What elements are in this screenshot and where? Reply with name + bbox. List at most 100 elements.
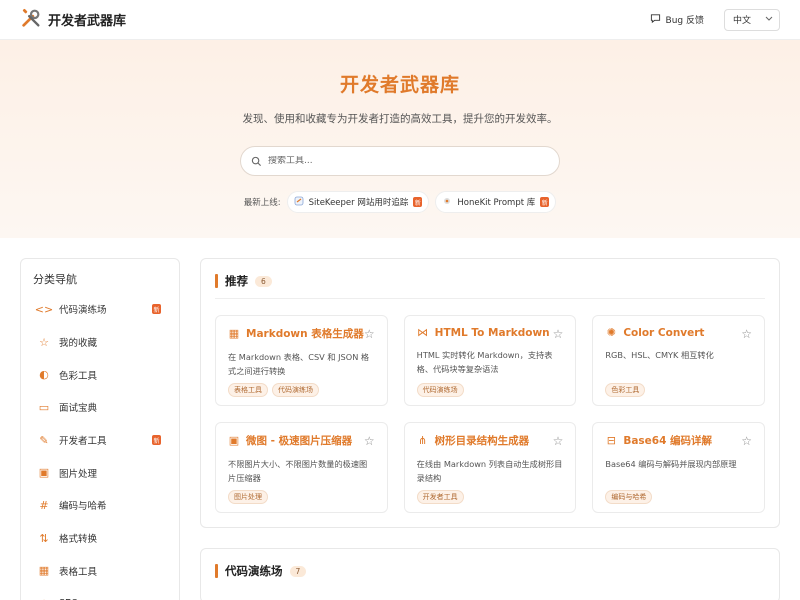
sidebar-item[interactable]: ◐ 色彩工具 xyxy=(33,358,167,391)
tool-card-title: HTML To Markdown xyxy=(434,326,550,339)
sidebar-title: 分类导航 xyxy=(33,273,77,286)
sidebar-item-label: 图片处理 xyxy=(59,468,98,480)
tool-card[interactable]: ▣ 微图 - 极速图片压缩器 ☆ 不限图片大小、不限图片数量的极速图片压缩器图片处理 xyxy=(215,422,388,513)
sidebar-item-label: 表格工具 xyxy=(59,566,98,578)
sidebar-item[interactable]: ▭ 面试宝典 xyxy=(33,391,167,424)
favorite-star-icon[interactable]: ☆ xyxy=(553,434,564,448)
tool-card-description: RGB、HSL、CMYK 相互转化 xyxy=(605,350,714,360)
sidebar-item-label: 格式转换 xyxy=(59,534,98,546)
brand[interactable]: 开发者武器库 xyxy=(20,7,126,33)
tool-card[interactable]: ⋈ HTML To Markdown ☆ HTML 实时转化 Markdown，支持表… xyxy=(403,315,577,406)
table-icon: ▦ xyxy=(38,564,50,578)
tool-card-tags: 编码与哈希 xyxy=(605,490,653,504)
category-sidebar: 分类导航 <> 代码演练场新 ☆ 我的收藏 ◐ 色彩工具 ▭ 面试宝典 ✎ 开发者工具新 ▣ 图片处理… xyxy=(20,258,180,600)
category-tag[interactable]: 色彩工具 xyxy=(605,383,646,397)
section-count-badge: 6 xyxy=(255,275,272,287)
tool-card-header: ▣ 微图 - 极速图片压缩器 xyxy=(228,433,375,448)
sidebar-item[interactable]: ✎ 开发者工具 新 xyxy=(33,424,167,457)
tool-card-tags: 开发者工具 xyxy=(416,490,464,504)
tool-card-tags: 代码演练场 xyxy=(416,383,464,397)
new-releases-label: 最新上线: xyxy=(243,198,281,208)
category-tag[interactable]: 图片处理 xyxy=(228,490,268,504)
favorite-star-icon[interactable]: ☆ xyxy=(553,327,564,341)
tool-card-title: 微图 - 极速图片压缩器 xyxy=(246,435,353,447)
sidebar-item[interactable]: ◎SEO xyxy=(33,587,167,600)
tool-card-title: Color Convert xyxy=(623,326,705,339)
section-count-badge: 7 xyxy=(289,565,307,577)
sidebar-item[interactable]: <> 代码演练场 新 xyxy=(33,293,167,326)
tool-card-description: 在线由 Markdown 列表自动生成树形目录结构 xyxy=(416,459,563,483)
tool-card-grid: ▦ Markdown 表格生成器 ☆ 在 Markdown 表格、CSV 和 JSON… xyxy=(215,315,765,513)
section-code-playground: 代码演练场 7 xyxy=(200,548,780,600)
language-value: 中文 xyxy=(733,16,752,26)
tool-card[interactable]: ⋔ 树形目录结构生成器 ☆ 在线由 Markdown 列表自动生成树形目录结构开发者工… xyxy=(403,422,577,513)
tree-icon: ⋔ xyxy=(418,434,428,447)
tool-card-description: 不限图片大小、不限图片数量的极速图片压缩器 xyxy=(228,459,368,483)
star-icon: ☆ xyxy=(39,335,49,349)
tool-card-header: ⊟ Base64 编码详解 xyxy=(605,433,752,448)
new-releases: 最新上线: SiteKeeper 网站用时追踪 新 HoneKit Prompt… xyxy=(0,191,800,213)
section-title: 代码演练场 xyxy=(225,564,283,578)
section-header: 推荐 6 xyxy=(215,273,765,299)
book-icon: ▭ xyxy=(38,400,50,414)
sidebar-item-label: 编码与哈希 xyxy=(59,501,107,513)
favorite-star-icon[interactable]: ☆ xyxy=(364,327,375,341)
code-icon: <> xyxy=(34,302,54,316)
hero-title: 开发者武器库 xyxy=(339,74,460,96)
tool-card[interactable]: ⊟ Base64 编码详解 ☆ Base64 编码与解码并展现内部原理编码与哈希 xyxy=(592,422,765,513)
sidebar-item-label: 代码演练场 xyxy=(59,305,107,317)
tool-card-tags: 图片处理 xyxy=(228,490,268,504)
new-release-chip[interactable]: HoneKit Prompt 库 新 xyxy=(435,191,557,213)
category-tag[interactable]: 表格工具 xyxy=(228,383,268,397)
main-area: 分类导航 <> 代码演练场新 ☆ 我的收藏 ◐ 色彩工具 ▭ 面试宝典 ✎ 开发者工具新 ▣ 图片处理… xyxy=(20,258,780,600)
favorite-star-icon[interactable]: ☆ xyxy=(364,434,375,448)
hash-icon: # xyxy=(39,498,49,512)
image-icon: ▣ xyxy=(228,434,240,447)
brand-name: 开发者武器库 xyxy=(48,14,127,29)
tool-card-tags: 表格工具 代码演练场 xyxy=(228,383,319,397)
bug-report-label: Bug 反馈 xyxy=(665,16,704,26)
tool-card[interactable]: ▦ Markdown 表格生成器 ☆ 在 Markdown 表格、CSV 和 JSON… xyxy=(215,315,388,406)
tool-card-description: Base64 编码与解码并展现内部原理 xyxy=(605,459,737,469)
tool-card-header: ⋔ 树形目录结构生成器 xyxy=(417,433,564,448)
tool-card-description: HTML 实时转化 Markdown，支持表格、代码块等复杂语法 xyxy=(416,350,553,374)
wrench-icon: ✎ xyxy=(39,433,49,447)
new-release-chip[interactable]: SiteKeeper 网站用时追踪 新 xyxy=(286,191,430,213)
tool-card-title: 树形目录结构生成器 xyxy=(434,435,530,447)
category-tag[interactable]: 代码演练场 xyxy=(416,383,464,397)
sidebar-item[interactable]: ⇅ 格式转换 xyxy=(33,522,167,555)
sidebar-item-label: 开发者工具 xyxy=(59,436,107,448)
sidebar-item-label: 面试宝典 xyxy=(59,403,98,415)
section-recommended: 推荐 6 ▦ Markdown 表格生成器 ☆ 在 Markdown 表格、CSV 和… xyxy=(200,258,780,528)
search-box[interactable] xyxy=(240,146,560,176)
top-bar: 开发者武器库 Bug 反馈 中文 xyxy=(0,0,800,40)
sidebar-item[interactable]: ▣ 图片处理 xyxy=(33,456,167,489)
tool-card-description: 在 Markdown 表格、CSV 和 JSON 格式之间进行转换 xyxy=(228,352,370,376)
new-badge: 新 xyxy=(152,435,161,446)
chevron-down-icon xyxy=(765,14,773,25)
favorite-star-icon[interactable]: ☆ xyxy=(741,327,752,341)
sidebar-item-label: 我的收藏 xyxy=(59,338,98,350)
tools-logo-icon xyxy=(20,7,42,33)
favorite-star-icon[interactable]: ☆ xyxy=(741,434,752,448)
category-tag[interactable]: 代码演练场 xyxy=(272,383,319,397)
message-icon xyxy=(650,13,661,27)
tool-card-tags: 色彩工具 xyxy=(605,383,646,397)
tool-card-header: ▦ Markdown 表格生成器 xyxy=(228,326,375,341)
search-input[interactable] xyxy=(268,156,549,166)
sidebar-item[interactable]: ☆ 我的收藏 xyxy=(33,326,167,359)
bug-report-button[interactable]: Bug 反馈 xyxy=(650,13,704,27)
sidebar-item[interactable]: ▦ 表格工具 xyxy=(33,555,167,588)
sidebar-item[interactable]: # 编码与哈希 xyxy=(33,489,167,522)
image-icon: ▣ xyxy=(38,466,50,480)
tool-card-title: Base64 编码详解 xyxy=(623,435,713,447)
section-header: 代码演练场 7 xyxy=(215,563,765,588)
new-badge: 新 xyxy=(413,197,423,207)
tool-card-title: Markdown 表格生成器 xyxy=(246,328,364,340)
category-tag[interactable]: 开发者工具 xyxy=(416,490,464,504)
sitekeeper-icon xyxy=(294,196,304,209)
category-tag[interactable]: 编码与哈希 xyxy=(605,490,653,504)
language-select[interactable]: 中文 xyxy=(724,8,780,31)
tool-card[interactable]: ✺ Color Convert ☆ RGB、HSL、CMYK 相互转化色彩工具 xyxy=(592,315,765,406)
color-wheel-icon: ✺ xyxy=(606,326,616,339)
